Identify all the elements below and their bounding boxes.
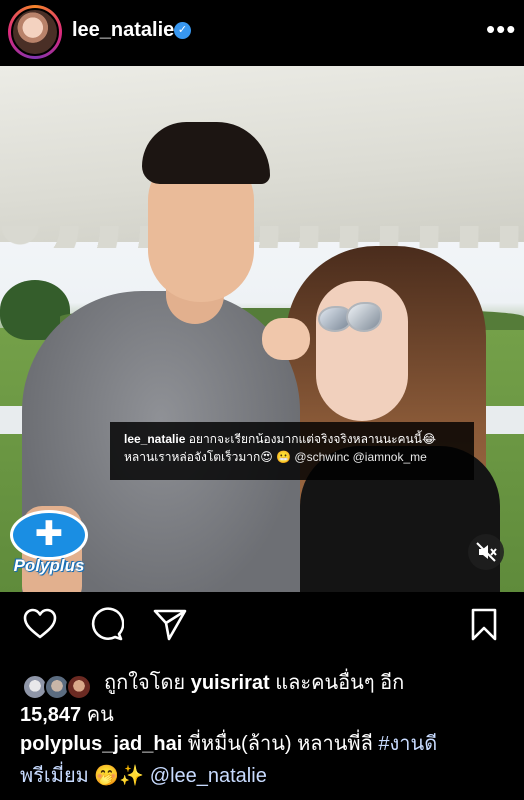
share-icon[interactable] [152, 606, 188, 642]
sunglasses-right-lens [346, 302, 382, 332]
likes-section: ถูกใจโดย yuisrirat และคนอื่นๆ อีก 15,847… [0, 658, 524, 730]
polyplus-logo: ✚ Polyplus [6, 508, 92, 588]
post-header: lee_natalie ✓ ••• [0, 0, 524, 66]
tent-edge [0, 226, 524, 248]
overlay-line-2: หลานเราหล่อจังโตเร็วมาก😍 😬 @schwinc @iam… [124, 448, 464, 466]
logo-text: Polyplus [13, 556, 85, 575]
caption-line-2: พรีเมี่ยม 🤭✨ @lee_natalie [20, 760, 516, 792]
verified-badge-icon: ✓ [174, 22, 191, 39]
action-bar [0, 592, 524, 658]
likes-count-number[interactable]: 15,847 [20, 704, 81, 726]
caption-line-1: polyplus_jad_hai พี่หมื่น(ล้าน) หลานพี่ล… [20, 728, 516, 760]
overlay-text-1: อยากจะเรียกน้องมากแต่จริงจริงหลานนะคนนี้… [185, 432, 436, 446]
overlay-username: lee_natalie [124, 432, 186, 446]
comment-icon[interactable] [88, 606, 125, 642]
likes-count-unit: คน [81, 704, 114, 726]
hashtag-link-continued[interactable]: พรีเมี่ยม 🤭✨ [20, 765, 150, 787]
liked-by-prefix: ถูกใจโดย [104, 672, 191, 694]
photo-caption-overlay: lee_natalie อยากจะเรียกน้องมากแต่จริงจริ… [110, 422, 474, 480]
more-options-icon[interactable]: ••• [486, 16, 516, 42]
caption-text: พี่หมื่น(ล้าน) หลานพี่ลี [182, 733, 379, 755]
hashtag-link[interactable]: #งานดี [378, 733, 437, 755]
liked-by-text: ถูกใจโดย yuisrirat และคนอื่นๆ อีก [104, 666, 404, 698]
overlay-mentions: @schwinc @iamnok_me [294, 450, 427, 464]
likes-count[interactable]: 15,847 คน [20, 698, 114, 730]
overlay-line-1: lee_natalie อยากจะเรียกน้องมากแต่จริงจริ… [124, 430, 464, 448]
liked-by-suffix: และคนอื่นๆ อีก [269, 672, 405, 694]
liker-avatar[interactable] [66, 674, 92, 700]
username-link[interactable]: lee_natalie [72, 19, 174, 42]
story-ring[interactable] [8, 5, 62, 59]
mute-icon[interactable] [468, 534, 504, 570]
post-caption: polyplus_jad_hai พี่หมื่น(ล้าน) หลานพี่ล… [20, 728, 516, 792]
bookmark-icon[interactable] [466, 606, 502, 642]
post-image[interactable]: lee_natalie อยากจะเรียกน้องมากแต่จริงจริ… [0, 66, 524, 592]
heart-icon[interactable] [22, 606, 58, 642]
overlay-text-2: หลานเราหล่อจังโตเร็วมาก😍 😬 [124, 450, 295, 464]
woman-hand [262, 318, 310, 360]
mention-link[interactable]: @lee_natalie [150, 765, 267, 787]
logo-mark-icon: ✚ [34, 515, 64, 553]
avatar[interactable] [11, 8, 59, 56]
liked-by-user-link[interactable]: yuisrirat [191, 672, 270, 694]
caption-username-link[interactable]: polyplus_jad_hai [20, 733, 182, 755]
